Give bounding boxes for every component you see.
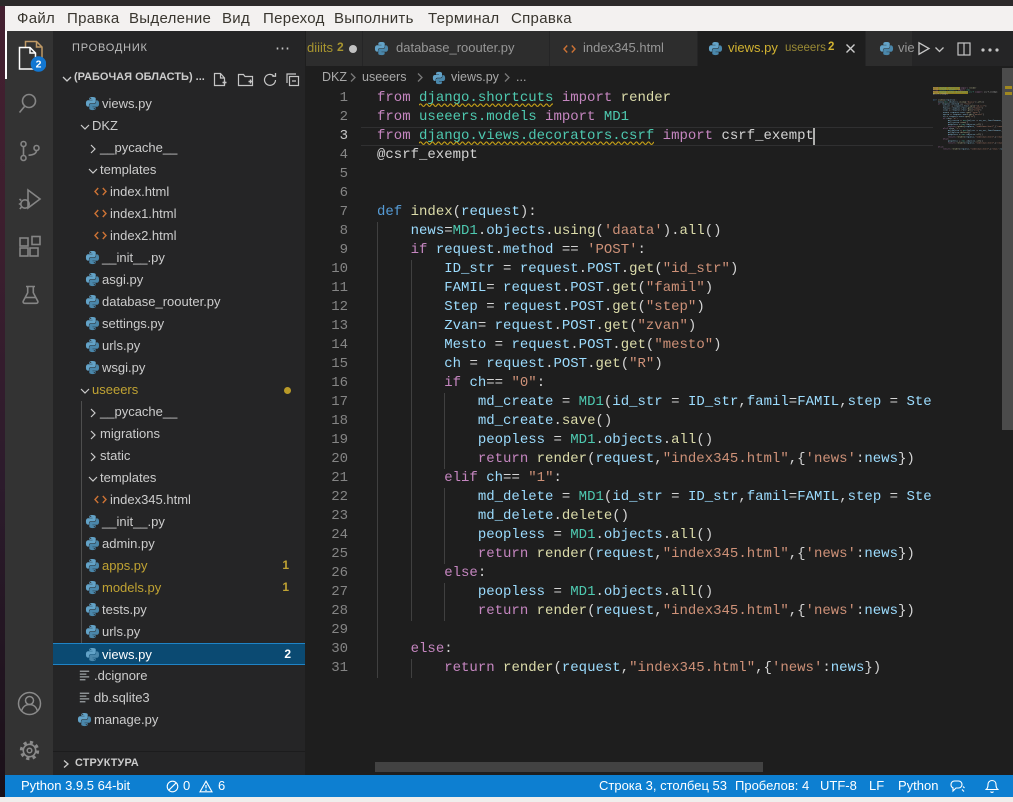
svg-text:2: 2 xyxy=(36,59,42,71)
